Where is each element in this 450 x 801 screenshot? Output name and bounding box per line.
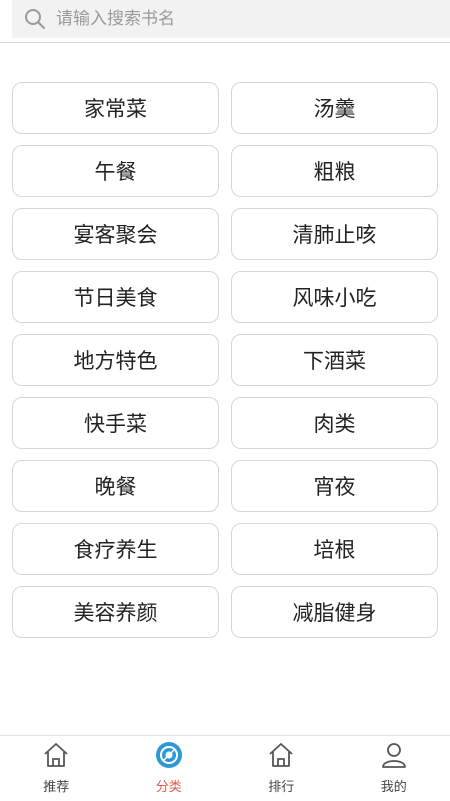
tab-label: 分类 — [156, 776, 182, 795]
home-icon — [41, 740, 71, 770]
tab-mine[interactable]: 我的 — [338, 736, 450, 801]
category-button[interactable]: 地方特色 — [12, 334, 219, 386]
category-button[interactable]: 下酒菜 — [231, 334, 438, 386]
tab-category[interactable]: 分类 — [113, 736, 226, 801]
tab-label: 推荐 — [43, 776, 69, 795]
category-button[interactable]: 减脂健身 — [231, 586, 438, 638]
category-button[interactable]: 快手菜 — [12, 397, 219, 449]
category-button[interactable]: 粗粮 — [231, 145, 438, 197]
bottom-tab-bar: 推荐 分类 排行 我的 — [0, 735, 450, 801]
category-button[interactable]: 宴客聚会 — [12, 208, 219, 260]
category-button[interactable]: 风味小吃 — [231, 271, 438, 323]
category-button[interactable]: 午餐 — [12, 145, 219, 197]
search-field[interactable] — [12, 0, 450, 38]
search-bar — [0, 0, 450, 43]
category-button[interactable]: 清肺止咳 — [231, 208, 438, 260]
category-button[interactable]: 家常菜 — [12, 82, 219, 134]
category-button[interactable]: 肉类 — [231, 397, 438, 449]
user-icon — [379, 740, 409, 770]
category-button[interactable]: 晚餐 — [12, 460, 219, 512]
category-button[interactable]: 汤羹 — [231, 82, 438, 134]
search-input[interactable] — [56, 9, 416, 29]
search-icon — [24, 8, 46, 30]
tab-ranking[interactable]: 排行 — [225, 736, 338, 801]
category-grid: 家常菜 汤羹 午餐 粗粮 宴客聚会 清肺止咳 节日美食 风味小吃 地方特色 下酒… — [12, 82, 438, 638]
tab-label: 我的 — [381, 776, 407, 795]
category-icon — [154, 740, 184, 770]
category-button[interactable]: 宵夜 — [231, 460, 438, 512]
tab-recommend[interactable]: 推荐 — [0, 736, 113, 801]
tab-label: 排行 — [268, 776, 294, 795]
category-button[interactable]: 食疗养生 — [12, 523, 219, 575]
category-button[interactable]: 美容养颜 — [12, 586, 219, 638]
home-icon — [266, 740, 296, 770]
category-button[interactable]: 节日美食 — [12, 271, 219, 323]
category-button[interactable]: 培根 — [231, 523, 438, 575]
